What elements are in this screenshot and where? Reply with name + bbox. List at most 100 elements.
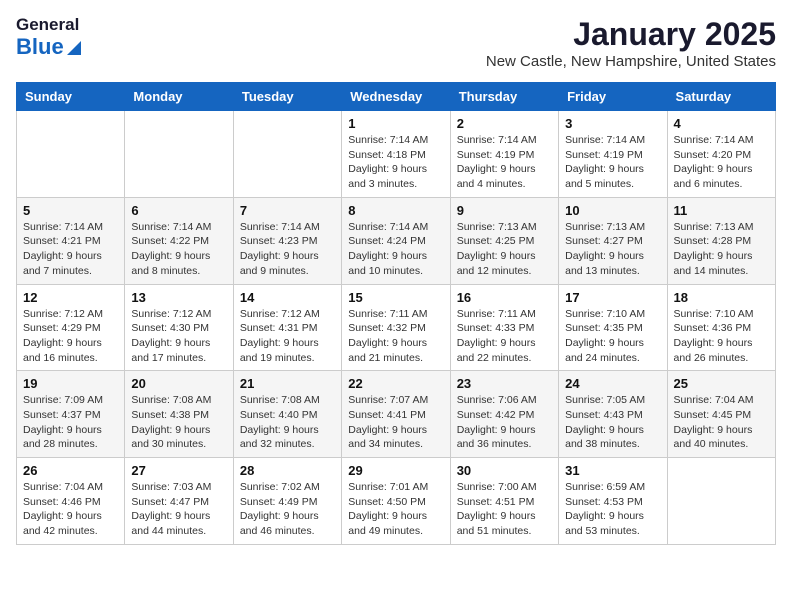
logo-triangle-icon: [67, 41, 81, 55]
calendar-cell: 14 Sunrise: 7:12 AMSunset: 4:31 PMDayligh…: [233, 284, 341, 371]
col-header-sunday: Sunday: [17, 83, 125, 111]
col-header-thursday: Thursday: [450, 83, 558, 111]
day-info: Sunrise: 7:14 AMSunset: 4:19 PMDaylight:…: [565, 133, 660, 192]
day-number: 9: [457, 203, 552, 218]
day-number: 25: [674, 376, 769, 391]
col-header-monday: Monday: [125, 83, 233, 111]
col-header-friday: Friday: [559, 83, 667, 111]
calendar-week-row: 5Sunrise: 7:14 AMSunset: 4:21 PMDaylight…: [17, 197, 776, 284]
calendar-cell: 9 Sunrise: 7:13 AMSunset: 4:25 PMDaylight…: [450, 197, 558, 284]
day-number: 26: [23, 463, 118, 478]
calendar-week-row: 1 Sunrise: 7:14 AMSunset: 4:18 PMDaylight…: [17, 111, 776, 198]
calendar-cell: 2 Sunrise: 7:14 AMSunset: 4:19 PMDaylight…: [450, 111, 558, 198]
calendar-cell: 4 Sunrise: 7:14 AMSunset: 4:20 PMDaylight…: [667, 111, 775, 198]
location: New Castle, New Hampshire, United States: [486, 53, 776, 70]
day-number: 5: [23, 203, 118, 218]
day-number: 7: [240, 203, 335, 218]
calendar-cell: 27 Sunrise: 7:03 AMSunset: 4:47 PMDayligh…: [125, 458, 233, 545]
day-number: 2: [457, 116, 552, 131]
day-info: Sunrise: 7:14 AMSunset: 4:23 PMDaylight:…: [240, 220, 335, 279]
day-number: 4: [674, 116, 769, 131]
month-title: January 2025: [486, 16, 776, 53]
day-number: 1: [348, 116, 443, 131]
calendar-cell: 13 Sunrise: 7:12 AMSunset: 4:30 PMDayligh…: [125, 284, 233, 371]
day-number: 10: [565, 203, 660, 218]
calendar-cell: 17Sunrise: 7:10 AMSunset: 4:35 PMDayligh…: [559, 284, 667, 371]
day-info: Sunrise: 7:14 AMSunset: 4:19 PMDaylight:…: [457, 133, 552, 192]
day-info: Sunrise: 7:11 AMSunset: 4:32 PMDaylight:…: [348, 307, 443, 366]
calendar-cell: 8 Sunrise: 7:14 AMSunset: 4:24 PMDaylight…: [342, 197, 450, 284]
calendar-cell: 24 Sunrise: 7:05 AMSunset: 4:43 PMDayligh…: [559, 371, 667, 458]
calendar-cell: 29Sunrise: 7:01 AMSunset: 4:50 PMDayligh…: [342, 458, 450, 545]
day-number: 30: [457, 463, 552, 478]
calendar-cell: 26 Sunrise: 7:04 AMSunset: 4:46 PMDayligh…: [17, 458, 125, 545]
day-info: Sunrise: 7:13 AMSunset: 4:28 PMDaylight:…: [674, 220, 769, 279]
calendar-cell: 28Sunrise: 7:02 AMSunset: 4:49 PMDayligh…: [233, 458, 341, 545]
day-number: 16: [457, 290, 552, 305]
day-number: 22: [348, 376, 443, 391]
day-info: Sunrise: 7:14 AMSunset: 4:20 PMDaylight:…: [674, 133, 769, 192]
logo: General Blue: [16, 16, 81, 59]
calendar-cell: 22 Sunrise: 7:07 AMSunset: 4:41 PMDayligh…: [342, 371, 450, 458]
day-info: Sunrise: 7:14 AMSunset: 4:18 PMDaylight:…: [348, 133, 443, 192]
calendar-cell: 15Sunrise: 7:11 AMSunset: 4:32 PMDayligh…: [342, 284, 450, 371]
calendar-cell: 20 Sunrise: 7:08 AMSunset: 4:38 PMDayligh…: [125, 371, 233, 458]
calendar-cell: 7 Sunrise: 7:14 AMSunset: 4:23 PMDaylight…: [233, 197, 341, 284]
calendar-cell: 31 Sunrise: 6:59 AMSunset: 4:53 PMDayligh…: [559, 458, 667, 545]
day-info: Sunrise: 7:00 AMSunset: 4:51 PMDaylight:…: [457, 480, 552, 539]
day-info: Sunrise: 7:13 AMSunset: 4:27 PMDaylight:…: [565, 220, 660, 279]
day-number: 14: [240, 290, 335, 305]
day-info: Sunrise: 7:08 AMSunset: 4:40 PMDaylight:…: [240, 393, 335, 452]
day-info: Sunrise: 7:05 AMSunset: 4:43 PMDaylight:…: [565, 393, 660, 452]
day-info: Sunrise: 7:08 AMSunset: 4:38 PMDaylight:…: [131, 393, 226, 452]
day-number: 21: [240, 376, 335, 391]
day-number: 3: [565, 116, 660, 131]
title-block: January 2025 New Castle, New Hampshire, …: [486, 16, 776, 70]
calendar-cell: 1 Sunrise: 7:14 AMSunset: 4:18 PMDaylight…: [342, 111, 450, 198]
day-number: 31: [565, 463, 660, 478]
col-header-tuesday: Tuesday: [233, 83, 341, 111]
day-number: 8: [348, 203, 443, 218]
calendar-cell: 18 Sunrise: 7:10 AMSunset: 4:36 PMDayligh…: [667, 284, 775, 371]
calendar-week-row: 26 Sunrise: 7:04 AMSunset: 4:46 PMDayligh…: [17, 458, 776, 545]
day-info: Sunrise: 7:10 AMSunset: 4:36 PMDaylight:…: [674, 307, 769, 366]
calendar-header-row: SundayMondayTuesdayWednesdayThursdayFrid…: [17, 83, 776, 111]
day-info: Sunrise: 7:13 AMSunset: 4:25 PMDaylight:…: [457, 220, 552, 279]
day-info: Sunrise: 7:14 AMSunset: 4:24 PMDaylight:…: [348, 220, 443, 279]
calendar-week-row: 19Sunrise: 7:09 AMSunset: 4:37 PMDayligh…: [17, 371, 776, 458]
calendar-cell: 6Sunrise: 7:14 AMSunset: 4:22 PMDaylight…: [125, 197, 233, 284]
calendar-cell: 11 Sunrise: 7:13 AMSunset: 4:28 PMDayligh…: [667, 197, 775, 284]
day-number: 29: [348, 463, 443, 478]
calendar-cell: [17, 111, 125, 198]
calendar-table: SundayMondayTuesdayWednesdayThursdayFrid…: [16, 82, 776, 545]
calendar-week-row: 12Sunrise: 7:12 AMSunset: 4:29 PMDayligh…: [17, 284, 776, 371]
logo-blue: Blue: [16, 35, 81, 59]
day-info: Sunrise: 7:06 AMSunset: 4:42 PMDaylight:…: [457, 393, 552, 452]
day-info: Sunrise: 7:03 AMSunset: 4:47 PMDaylight:…: [131, 480, 226, 539]
day-number: 11: [674, 203, 769, 218]
calendar-cell: [667, 458, 775, 545]
day-info: Sunrise: 7:07 AMSunset: 4:41 PMDaylight:…: [348, 393, 443, 452]
calendar-cell: [125, 111, 233, 198]
day-number: 24: [565, 376, 660, 391]
day-info: Sunrise: 7:10 AMSunset: 4:35 PMDaylight:…: [565, 307, 660, 366]
col-header-wednesday: Wednesday: [342, 83, 450, 111]
day-info: Sunrise: 7:12 AMSunset: 4:29 PMDaylight:…: [23, 307, 118, 366]
day-info: Sunrise: 7:12 AMSunset: 4:31 PMDaylight:…: [240, 307, 335, 366]
calendar-cell: 10 Sunrise: 7:13 AMSunset: 4:27 PMDayligh…: [559, 197, 667, 284]
col-header-saturday: Saturday: [667, 83, 775, 111]
calendar-cell: [233, 111, 341, 198]
calendar-cell: 30 Sunrise: 7:00 AMSunset: 4:51 PMDayligh…: [450, 458, 558, 545]
day-number: 18: [674, 290, 769, 305]
day-info: Sunrise: 7:12 AMSunset: 4:30 PMDaylight:…: [131, 307, 226, 366]
calendar-cell: 19Sunrise: 7:09 AMSunset: 4:37 PMDayligh…: [17, 371, 125, 458]
day-number: 23: [457, 376, 552, 391]
day-number: 20: [131, 376, 226, 391]
day-number: 27: [131, 463, 226, 478]
day-number: 6: [131, 203, 226, 218]
day-info: Sunrise: 7:04 AMSunset: 4:46 PMDaylight:…: [23, 480, 118, 539]
day-info: Sunrise: 6:59 AMSunset: 4:53 PMDaylight:…: [565, 480, 660, 539]
calendar-cell: 12Sunrise: 7:12 AMSunset: 4:29 PMDayligh…: [17, 284, 125, 371]
day-number: 13: [131, 290, 226, 305]
calendar-cell: 3 Sunrise: 7:14 AMSunset: 4:19 PMDaylight…: [559, 111, 667, 198]
